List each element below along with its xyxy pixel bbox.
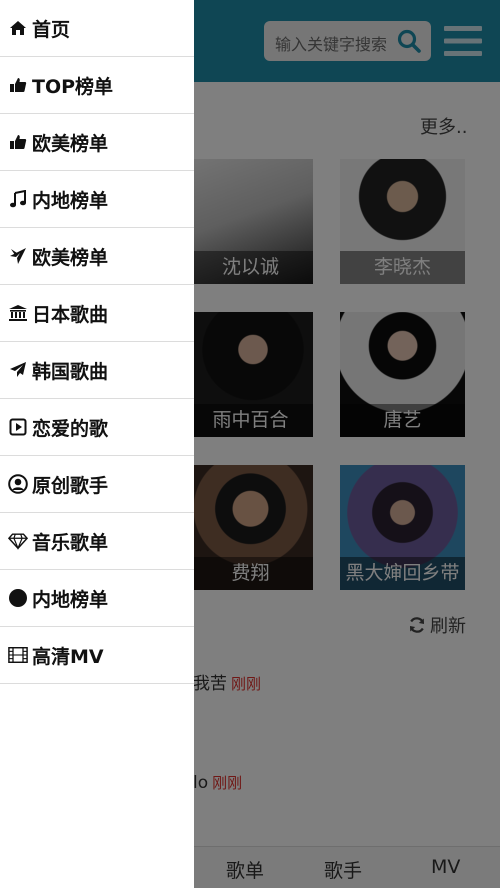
drawer-item-mainland-chart[interactable]: 内地榜单 <box>0 171 194 228</box>
drawer-item-label: 欧美榜单 <box>32 246 109 269</box>
drawer-item-japanese-songs[interactable]: 日本歌曲 <box>0 285 194 342</box>
drawer-item-korean-songs[interactable]: 韩国歌曲 <box>0 342 194 399</box>
thumbs-up-icon <box>8 132 28 152</box>
user-circle-icon <box>8 474 28 494</box>
bank-icon <box>8 303 28 323</box>
film-icon <box>8 645 28 665</box>
drawer-item-top-chart[interactable]: TOP榜单 <box>0 57 194 114</box>
drawer-item-home[interactable]: 首页 <box>0 0 194 57</box>
drawer-item-western-chart-2[interactable]: 欧美榜单 <box>0 228 194 285</box>
drawer-item-hd-mv[interactable]: 高清MV <box>0 627 194 684</box>
drawer-item-label: 原创歌手 <box>32 474 109 497</box>
drawer-item-label: 内地榜单 <box>32 588 109 611</box>
drawer-item-label: 韩国歌曲 <box>32 360 109 383</box>
drawer-item-label: TOP榜单 <box>32 75 114 98</box>
thumbs-up-icon <box>8 75 28 95</box>
side-drawer: 首页 TOP榜单 欧美榜单 内地榜单 欧美榜单 日本歌曲 韩国歌曲 恋爱的歌 原… <box>0 0 194 888</box>
drawer-item-label: 音乐歌单 <box>32 531 109 554</box>
drawer-item-original-singers[interactable]: 原创歌手 <box>0 456 194 513</box>
drawer-item-love-songs[interactable]: 恋爱的歌 <box>0 399 194 456</box>
plane-icon <box>8 246 28 266</box>
drawer-item-label: 内地榜单 <box>32 189 109 212</box>
drawer-item-label: 恋爱的歌 <box>32 417 109 440</box>
drawer-item-music-playlists[interactable]: 音乐歌单 <box>0 513 194 570</box>
drawer-item-label: 日本歌曲 <box>32 303 109 326</box>
drawer-item-mainland-chart-2[interactable]: 内地榜单 <box>0 570 194 627</box>
drawer-item-western-chart[interactable]: 欧美榜单 <box>0 114 194 171</box>
music-note-icon <box>8 189 28 209</box>
drawer-item-label: 首页 <box>32 18 71 41</box>
diamond-icon <box>8 531 28 551</box>
circle-icon <box>8 588 28 608</box>
drawer-item-label: 欧美榜单 <box>32 132 109 155</box>
home-icon <box>8 18 28 38</box>
drawer-item-label: 高清MV <box>32 645 104 668</box>
paper-plane-icon <box>8 360 28 380</box>
play-square-icon <box>8 417 28 437</box>
